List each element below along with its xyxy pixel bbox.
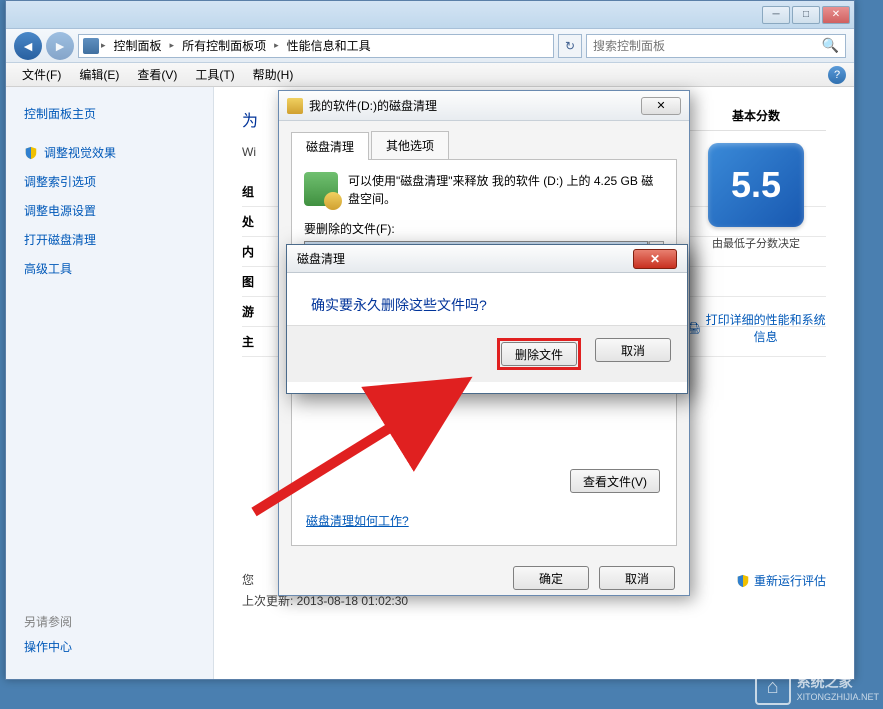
search-icon: 🔍 (822, 37, 839, 54)
ok-button[interactable]: 确定 (513, 566, 589, 590)
sidebar-item-power[interactable]: 调整电源设置 (6, 196, 213, 225)
wei-score-badge: 5.5 (708, 143, 804, 227)
tab-diskcleanup[interactable]: 磁盘清理 (291, 132, 369, 160)
navbar: ◄ ► ▸ 控制面板 ▸ 所有控制面板项 ▸ 性能信息和工具 ↻ 🔍 (6, 29, 854, 63)
maximize-button[interactable]: □ (792, 6, 820, 24)
sidebar-footer-label: 另请参阅 (24, 613, 195, 630)
shield-icon (736, 574, 750, 588)
score-header: 基本分数 (686, 107, 826, 131)
watermark-logo-icon: ⌂ (755, 669, 791, 705)
confirm-message: 确实要永久删除这些文件吗? (311, 295, 663, 315)
menu-edit[interactable]: 编辑(E) (71, 64, 127, 85)
view-files-button[interactable]: 查看文件(V) (570, 469, 660, 493)
sidebar: 控制面板主页 调整视觉效果 调整索引选项 调整电源设置 打开磁盘清理 高级工具 … (6, 87, 214, 679)
nav-forward-button[interactable]: ► (46, 32, 74, 60)
search-box[interactable]: 🔍 (586, 34, 846, 58)
menu-view[interactable]: 查看(V) (129, 64, 185, 85)
sidebar-action-center-link[interactable]: 操作中心 (24, 638, 195, 655)
tab-other-options[interactable]: 其他选项 (371, 131, 449, 159)
dialog-titlebar: 我的软件(D:)的磁盘清理 ✕ (279, 91, 689, 121)
menu-tools[interactable]: 工具(T) (187, 64, 242, 85)
minimize-button[interactable]: ─ (762, 6, 790, 24)
menubar: 文件(F) 编辑(E) 查看(V) 工具(T) 帮助(H) ? (6, 63, 854, 87)
delete-files-button[interactable]: 删除文件 (501, 342, 577, 366)
sidebar-item-advanced[interactable]: 高级工具 (6, 254, 213, 283)
sidebar-item-visual[interactable]: 调整视觉效果 (6, 138, 213, 167)
disk-cleanup-icon (287, 98, 303, 114)
breadcrumb-seg-2[interactable]: 性能信息和工具 (281, 37, 377, 54)
chevron-right-icon: ▸ (170, 40, 175, 51)
confirm-delete-dialog: 磁盘清理 ✕ 确实要永久删除这些文件吗? 删除文件 取消 (286, 244, 688, 394)
confirm-close-button[interactable]: ✕ (633, 249, 677, 269)
help-icon[interactable]: ? (828, 66, 846, 84)
dialog-button-row: 确定 取消 (279, 556, 689, 600)
titlebar: ─ □ ✕ (6, 1, 854, 29)
confirm-button-row: 删除文件 取消 (287, 325, 687, 382)
score-caption: 由最低子分数决定 (686, 235, 826, 251)
confirm-titlebar: 磁盘清理 ✕ (287, 245, 687, 273)
menu-help[interactable]: 帮助(H) (245, 64, 302, 85)
confirm-cancel-button[interactable]: 取消 (595, 338, 671, 362)
sidebar-item-index[interactable]: 调整索引选项 (6, 167, 213, 196)
how-diskcleanup-works-link[interactable]: 磁盘清理如何工作? (306, 512, 409, 529)
nav-back-button[interactable]: ◄ (14, 32, 42, 60)
window-close-button[interactable]: ✕ (822, 6, 850, 24)
breadcrumb-seg-0[interactable]: 控制面板 (108, 37, 168, 54)
dialog-close-button[interactable]: ✕ (641, 97, 681, 115)
score-column: 基本分数 5.5 由最低子分数决定 🖨 打印详细的性能和系统信息 (686, 107, 826, 345)
tabs: 磁盘清理 其他选项 (291, 131, 677, 160)
intro-text: 可以使用"磁盘清理"来释放 我的软件 (D:) 上的 4.25 GB 磁盘空间。 (348, 172, 664, 208)
dialog-title: 我的软件(D:)的磁盘清理 (309, 97, 641, 114)
sidebar-item-home[interactable]: 控制面板主页 (6, 99, 213, 128)
confirm-title: 磁盘清理 (297, 250, 633, 267)
refresh-button[interactable]: ↻ (558, 34, 582, 58)
sidebar-item-diskcleanup[interactable]: 打开磁盘清理 (6, 225, 213, 254)
tutorial-highlight: 删除文件 (497, 338, 581, 370)
search-input[interactable] (593, 39, 822, 53)
cancel-button[interactable]: 取消 (599, 566, 675, 590)
computer-icon (83, 38, 99, 54)
sidebar-footer: 另请参阅 操作中心 (6, 601, 213, 667)
watermark: ⌂ 系统之家 XITONGZHIJIA.NET (755, 669, 879, 705)
print-details-link[interactable]: 🖨 打印详细的性能和系统信息 (686, 311, 826, 345)
files-to-delete-label: 要删除的文件(F): (304, 220, 664, 237)
rerun-assessment-link[interactable]: 重新运行评估 (736, 572, 826, 589)
disk-brush-icon (304, 172, 338, 206)
shield-icon (24, 146, 38, 160)
chevron-right-icon: ▸ (101, 40, 106, 51)
chevron-right-icon: ▸ (274, 40, 279, 51)
breadcrumb[interactable]: ▸ 控制面板 ▸ 所有控制面板项 ▸ 性能信息和工具 (78, 34, 554, 58)
menu-file[interactable]: 文件(F) (14, 64, 69, 85)
breadcrumb-seg-1[interactable]: 所有控制面板项 (176, 37, 272, 54)
